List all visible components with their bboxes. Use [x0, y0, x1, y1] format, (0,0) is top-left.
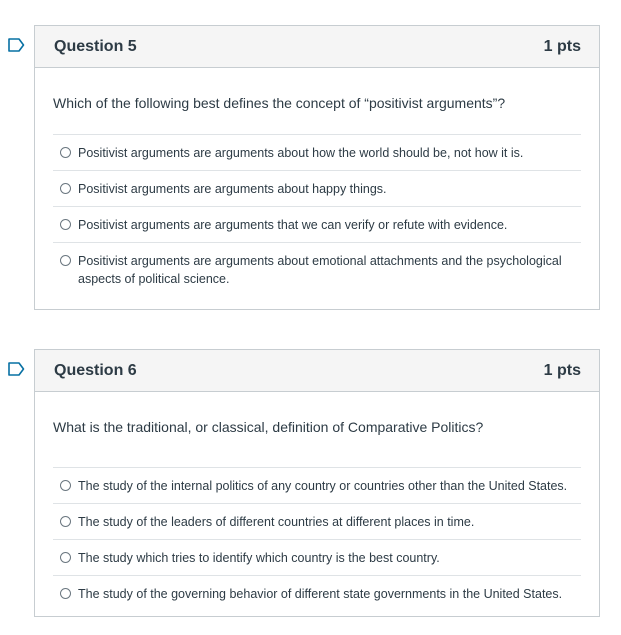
answer-option[interactable]: The study which tries to identify which … — [53, 539, 581, 575]
answer-option[interactable]: Positivist arguments are arguments that … — [53, 206, 581, 242]
question-title: Question 5 — [54, 37, 137, 55]
answer-label: The study of the governing behavior of d… — [78, 587, 563, 601]
question-text: What is the traditional, or classical, d… — [53, 419, 484, 435]
question-header: Question 5 1 pts — [35, 26, 599, 68]
question-card: Question 5 1 pts Which of the following … — [34, 25, 600, 310]
question-body: Which of the following best defines the … — [35, 68, 599, 296]
answer-label: The study which tries to identify which … — [78, 551, 440, 565]
question-header: Question 6 1 pts — [35, 350, 599, 392]
question-body: What is the traditional, or classical, d… — [35, 392, 599, 611]
answer-label: The study of the internal politics of an… — [78, 479, 568, 493]
bookmark-flag-icon[interactable] — [8, 362, 25, 376]
question-card: Question 6 1 pts What is the traditional… — [34, 349, 600, 617]
radio-button-icon[interactable] — [60, 480, 71, 491]
question-points: 1 pts — [543, 361, 581, 379]
radio-button-icon[interactable] — [60, 552, 71, 563]
answer-label: Positivist arguments are arguments about… — [78, 146, 524, 160]
answer-option[interactable]: Positivist arguments are arguments about… — [53, 170, 581, 206]
answer-label: Positivist arguments are arguments about… — [78, 254, 562, 286]
answer-option[interactable]: The study of the internal politics of an… — [53, 467, 581, 503]
answer-list: The study of the internal politics of an… — [53, 467, 581, 611]
answer-option[interactable]: Positivist arguments are arguments about… — [53, 134, 581, 170]
question-text: Which of the following best defines the … — [53, 95, 506, 111]
answer-list: Positivist arguments are arguments about… — [53, 134, 581, 296]
question-points: 1 pts — [543, 37, 581, 55]
radio-button-icon[interactable] — [60, 183, 71, 194]
answer-label: The study of the leaders of different co… — [78, 515, 475, 529]
radio-button-icon[interactable] — [60, 516, 71, 527]
radio-button-icon[interactable] — [60, 588, 71, 599]
radio-button-icon[interactable] — [60, 255, 71, 266]
bookmark-flag-icon[interactable] — [8, 38, 25, 52]
radio-button-icon[interactable] — [60, 147, 71, 158]
answer-option[interactable]: The study of the leaders of different co… — [53, 503, 581, 539]
radio-button-icon[interactable] — [60, 219, 71, 230]
answer-option[interactable]: Positivist arguments are arguments about… — [53, 242, 581, 296]
answer-option[interactable]: The study of the governing behavior of d… — [53, 575, 581, 611]
answer-label: Positivist arguments are arguments that … — [78, 218, 508, 232]
question-title: Question 6 — [54, 361, 137, 379]
answer-label: Positivist arguments are arguments about… — [78, 182, 387, 196]
